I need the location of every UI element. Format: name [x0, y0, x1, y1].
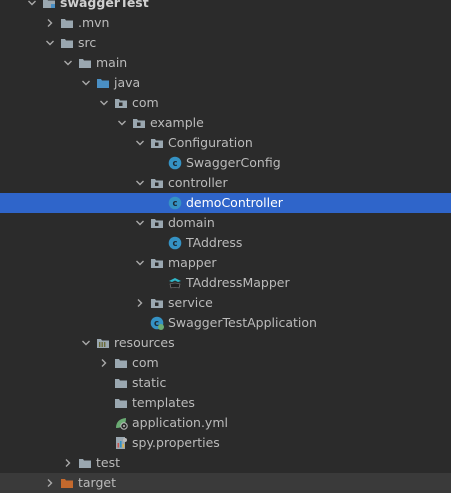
tree-item-label: swaggerTest	[60, 0, 149, 10]
tree-item-application-yml[interactable]: application.yml	[0, 413, 451, 433]
tree-item-swaggertest[interactable]: swaggerTest	[0, 0, 451, 13]
chevron-down-icon[interactable]	[26, 0, 38, 9]
package-icon	[132, 116, 146, 130]
folder-icon	[114, 376, 128, 390]
tree-item-label: mapper	[168, 255, 217, 270]
folder-icon	[60, 16, 74, 30]
tree-item-controller[interactable]: controller	[0, 173, 451, 193]
folder-icon	[60, 36, 74, 50]
tree-item-label: java	[114, 75, 141, 90]
tree-item-resources[interactable]: resources	[0, 333, 451, 353]
tree-item-label: application.yml	[132, 415, 228, 430]
properties-file-icon	[114, 436, 128, 450]
svg-text:c: c	[172, 159, 177, 169]
tree-item-label: example	[150, 115, 204, 130]
tree-item-label: src	[78, 35, 97, 50]
tree-item-example[interactable]: example	[0, 113, 451, 133]
tree-item-label: com	[132, 95, 159, 110]
chevron-down-icon[interactable]	[80, 77, 92, 89]
chevron-right-icon[interactable]	[62, 457, 74, 469]
tree-item-target[interactable]: target	[0, 473, 451, 493]
tree-item-main[interactable]: main	[0, 53, 451, 73]
tree-item-label: static	[132, 375, 167, 390]
tree-item-label: com	[132, 355, 159, 370]
tree-item-label: Configuration	[168, 135, 253, 150]
tree-item-label: resources	[114, 335, 175, 350]
tree-item-label: domain	[168, 215, 215, 230]
folder-icon	[114, 356, 128, 370]
chevron-down-icon[interactable]	[134, 257, 146, 269]
tree-item-democontroller[interactable]: c demoController	[0, 193, 451, 213]
chevron-right-icon[interactable]	[44, 17, 56, 29]
tree-item-com[interactable]: com	[0, 353, 451, 373]
folder-icon	[114, 396, 128, 410]
tree-item-mvn[interactable]: .mvn	[0, 13, 451, 33]
tree-item-static[interactable]: static	[0, 373, 451, 393]
package-icon	[150, 176, 164, 190]
svg-text:c: c	[172, 239, 177, 249]
chevron-down-icon[interactable]	[134, 177, 146, 189]
tree-item-label: SwaggerConfig	[186, 155, 281, 170]
tree-item-templates[interactable]: templates	[0, 393, 451, 413]
chevron-down-icon[interactable]	[134, 137, 146, 149]
chevron-right-icon[interactable]	[134, 297, 146, 309]
folder-icon	[78, 56, 92, 70]
tree-item-label: .mvn	[78, 15, 110, 30]
tree-item-label: main	[96, 55, 128, 70]
tree-item-swaggertestapplication[interactable]: c SwaggerTestApplication	[0, 313, 451, 333]
tree-item-configuration[interactable]: Configuration	[0, 133, 451, 153]
class-icon: c	[168, 236, 182, 250]
tree-item-test[interactable]: test	[0, 453, 451, 473]
folder-icon	[78, 456, 92, 470]
chevron-down-icon[interactable]	[134, 217, 146, 229]
tree-item-label: TAddressMapper	[186, 275, 290, 290]
chevron-down-icon[interactable]	[44, 37, 56, 49]
class-icon: c	[168, 156, 182, 170]
tree-item-label: service	[168, 295, 213, 310]
tree-item-label: target	[78, 475, 117, 490]
tree-item-com[interactable]: com	[0, 93, 451, 113]
project-tree: swaggerTest .mvn src main java com example Conf…	[0, 0, 451, 493]
tree-item-label: demoController	[186, 195, 283, 210]
package-icon	[114, 96, 128, 110]
tree-item-spy-properties[interactable]: spy.properties	[0, 433, 451, 453]
chevron-down-icon[interactable]	[62, 57, 74, 69]
chevron-right-icon[interactable]	[98, 357, 110, 369]
source-folder-icon	[96, 76, 110, 90]
module-folder-icon	[42, 0, 56, 10]
spring-yml-icon	[114, 416, 128, 430]
tree-item-label: controller	[168, 175, 228, 190]
chevron-down-icon[interactable]	[116, 117, 128, 129]
tree-item-taddressmapper[interactable]: TAddressMapper	[0, 273, 451, 293]
tree-item-label: TAddress	[186, 235, 243, 250]
chevron-down-icon[interactable]	[98, 97, 110, 109]
package-icon	[150, 216, 164, 230]
package-icon	[150, 256, 164, 270]
mybatis-mapper-icon	[168, 276, 182, 290]
tree-item-label: spy.properties	[132, 435, 220, 450]
package-icon	[150, 136, 164, 150]
tree-item-label: templates	[132, 395, 195, 410]
tree-item-service[interactable]: service	[0, 293, 451, 313]
tree-item-label: SwaggerTestApplication	[168, 315, 317, 330]
chevron-down-icon[interactable]	[80, 337, 92, 349]
tree-item-swaggerconfig[interactable]: c SwaggerConfig	[0, 153, 451, 173]
spring-boot-class-icon: c	[150, 316, 164, 330]
tree-item-taddress[interactable]: c TAddress	[0, 233, 451, 253]
tree-item-mapper[interactable]: mapper	[0, 253, 451, 273]
chevron-right-icon[interactable]	[44, 477, 56, 489]
resources-folder-icon	[96, 336, 110, 350]
package-icon	[150, 296, 164, 310]
tree-item-src[interactable]: src	[0, 33, 451, 53]
tree-item-label: test	[96, 455, 121, 470]
tree-item-java[interactable]: java	[0, 73, 451, 93]
class-icon: c	[168, 196, 182, 210]
excluded-folder-icon	[60, 476, 74, 490]
tree-item-domain[interactable]: domain	[0, 213, 451, 233]
svg-text:c: c	[172, 199, 177, 209]
